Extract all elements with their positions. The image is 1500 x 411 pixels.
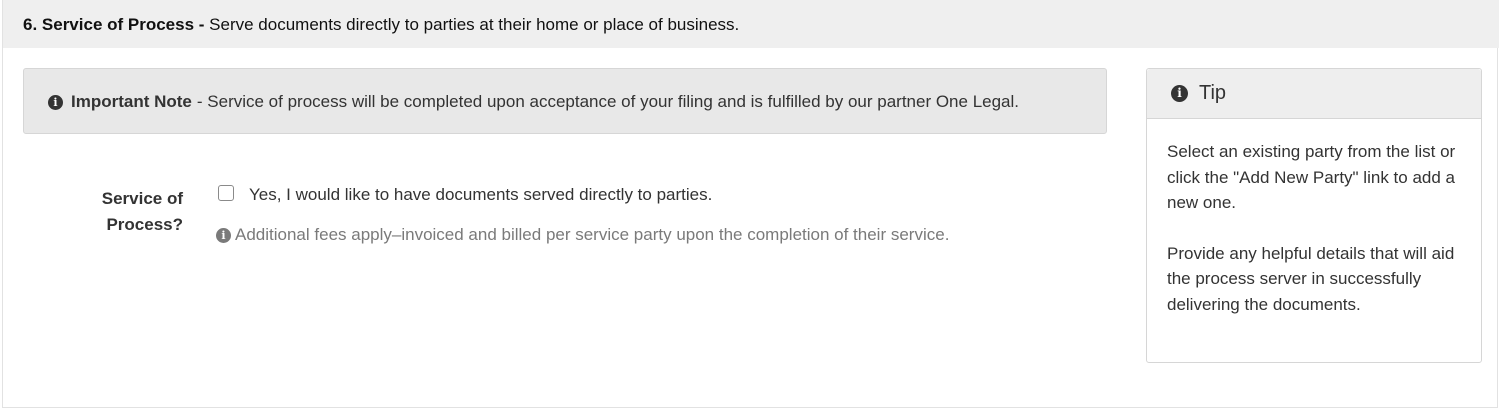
note-text: - Service of process will be completed u…	[196, 92, 1020, 111]
tip-header: i Tip	[1147, 69, 1481, 119]
important-note: i Important Note - Service of process wi…	[23, 68, 1107, 134]
service-of-process-label: Service of Process?	[101, 189, 183, 234]
note-title: Important Note	[71, 92, 192, 111]
tip-card: i Tip Select an existing party from the …	[1146, 68, 1482, 363]
help-text-content: Additional fees apply–invoiced and bille…	[235, 225, 950, 244]
info-icon: i	[216, 227, 231, 243]
section-header: 6. Service of Process - Serve documents …	[3, 0, 1499, 48]
tip-title: Tip	[1199, 82, 1227, 104]
tip-paragraph-1: Select an existing party from the list o…	[1167, 142, 1456, 212]
info-icon: i	[48, 94, 63, 110]
service-of-process-panel: 6. Service of Process - Serve documents …	[2, 0, 1499, 408]
section-title: 6. Service of Process -	[23, 15, 205, 34]
tip-paragraph-2: Provide any helpful details that will ai…	[1167, 243, 1455, 314]
checkbox-label[interactable]: Yes, I would like to have documents serv…	[249, 185, 712, 205]
service-of-process-checkbox[interactable]	[218, 185, 234, 201]
tip-body: Select an existing party from the list o…	[1147, 119, 1481, 317]
fees-help-text: i Additional fees apply–invoiced and bil…	[216, 225, 949, 245]
info-icon: i	[1171, 85, 1188, 102]
section-description: Serve documents directly to parties at t…	[209, 15, 740, 34]
